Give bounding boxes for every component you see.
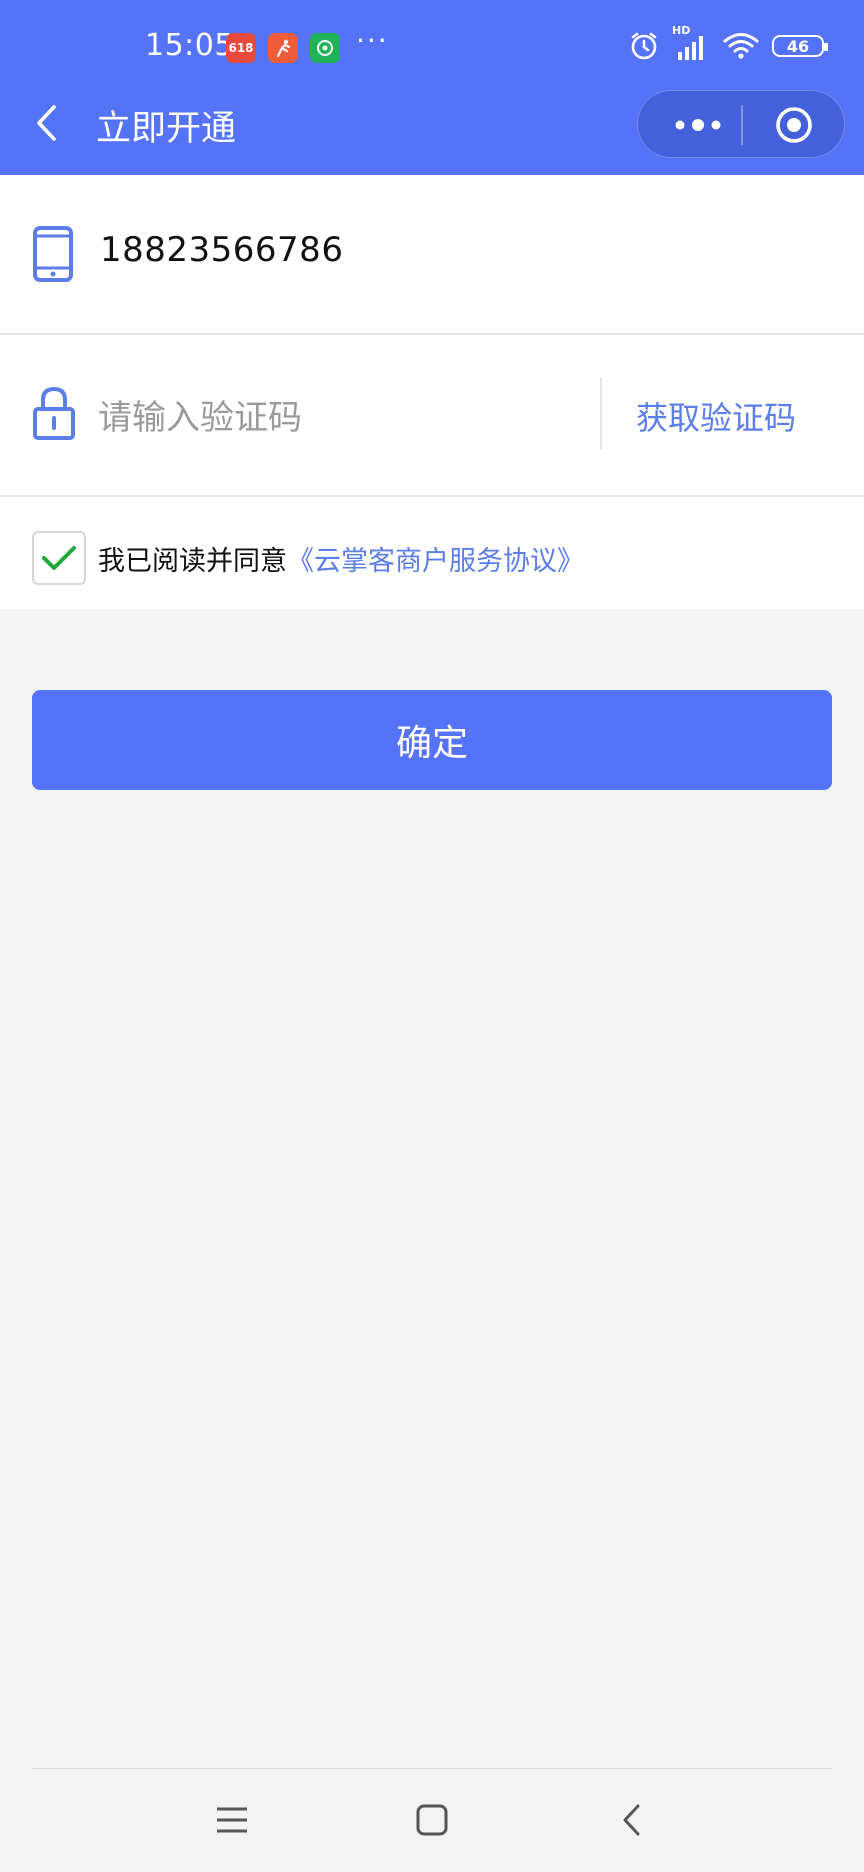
target-close-icon: [776, 107, 812, 143]
status-system-icons: HD 46: [628, 24, 828, 62]
agreement-text: 我已阅读并同意《云掌客商户服务协议》: [98, 539, 584, 578]
chevron-left-icon: [37, 105, 56, 141]
close-mini-program-button[interactable]: [774, 105, 814, 145]
home-button[interactable]: [402, 1790, 462, 1850]
code-row: 获取验证码: [0, 337, 864, 497]
lock-icon: [33, 386, 75, 440]
agreement-row: 我已阅读并同意《云掌客商户服务协议》: [0, 499, 864, 609]
page-title: 立即开通: [96, 109, 237, 149]
service-agreement-link[interactable]: 《云掌客商户服务协议》: [287, 546, 584, 577]
battery-level: 46: [786, 36, 810, 56]
agree-checkbox[interactable]: [32, 531, 86, 585]
app-header: 15:05 618 ··· HD 46 立即开通: [0, 0, 864, 175]
shopping-618-icon: 618: [226, 33, 256, 63]
agreement-prefix: 我已阅读并同意: [98, 546, 287, 577]
signal-icon: HD: [672, 24, 710, 62]
runner-app-icon: [268, 33, 298, 63]
code-divider: [600, 377, 602, 449]
status-more-dots: ···: [356, 24, 389, 57]
system-navigation-bar: [0, 1790, 864, 1850]
get-code-button[interactable]: 获取验证码: [636, 393, 796, 439]
more-button[interactable]: [668, 115, 728, 135]
mini-program-capsule: [637, 90, 845, 158]
wifi-icon: [723, 33, 759, 59]
shopping-618-label: 618: [228, 41, 254, 55]
phone-icon: [33, 226, 73, 282]
battery-icon: 46: [772, 35, 828, 57]
menu-icon: [217, 1807, 247, 1833]
back-button[interactable]: [28, 98, 68, 148]
status-time: 15:05: [145, 28, 234, 63]
capsule-divider: [741, 105, 743, 145]
form-panel: 18823566786 获取验证码 我已阅读并同意《云掌客商户服务协议》: [0, 175, 864, 609]
verification-code-input[interactable]: [98, 389, 578, 447]
check-icon: [42, 546, 76, 570]
phone-row: 18823566786: [0, 175, 864, 335]
notification-icons: 618: [226, 33, 340, 63]
phone-number: 18823566786: [100, 230, 344, 270]
home-square-icon: [416, 1804, 448, 1836]
recent-apps-button[interactable]: [202, 1790, 262, 1850]
alarm-icon: [631, 32, 657, 60]
message-app-icon: [310, 33, 340, 63]
system-back-button[interactable]: [602, 1790, 662, 1850]
more-dots-icon: [675, 119, 721, 131]
system-back-icon: [623, 1804, 640, 1836]
confirm-button[interactable]: 确定: [32, 690, 832, 790]
system-nav-divider: [32, 1768, 832, 1769]
